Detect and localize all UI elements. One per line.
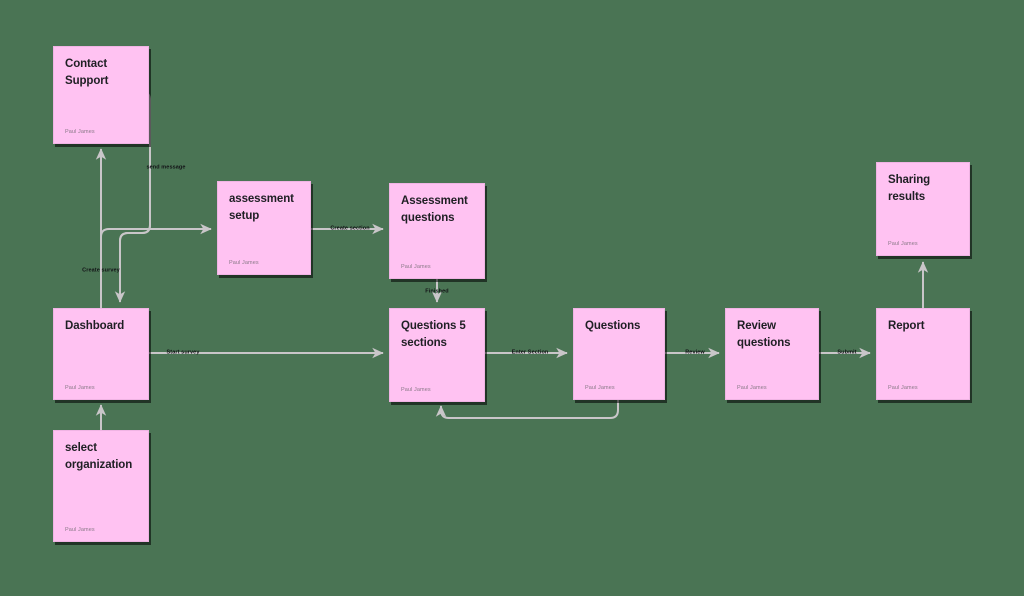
card-title: Dashboard	[65, 320, 125, 332]
card-title: select organization	[65, 442, 133, 472]
edge-questions-loop-back-to-questions5	[435, 400, 619, 419]
card-title: Questions	[585, 320, 641, 332]
edge-label-review: Review	[685, 349, 705, 356]
card-questions[interactable]: Questions Paul James	[573, 308, 665, 400]
card-title: assessment setup	[229, 193, 294, 223]
card-dashboard[interactable]: Dashboard Paul James	[53, 308, 149, 400]
card-review-questions[interactable]: Review questions Paul James	[725, 308, 819, 400]
card-title: Review questions	[737, 320, 791, 350]
card-author: Paul James	[65, 527, 95, 533]
edge-send-message-into-dashboard	[114, 224, 151, 303]
card-author: Paul James	[888, 385, 918, 391]
edge-label-enter-section: Enter Section	[511, 349, 549, 356]
card-title: Report	[888, 320, 925, 332]
edge-label-submit: Submit	[837, 349, 857, 356]
card-author: Paul James	[737, 385, 767, 391]
edge-label-send-message: send message	[146, 164, 186, 171]
card-assessment-questions[interactable]: Assessment questions Paul James	[389, 183, 485, 279]
card-author: Paul James	[401, 387, 431, 393]
card-author: Paul James	[585, 385, 615, 391]
edge-label-start-survey: Start survey	[166, 349, 200, 356]
card-sharing-results[interactable]: Sharing results Paul James	[876, 162, 970, 256]
card-report[interactable]: Report Paul James	[876, 308, 970, 400]
card-assessment-setup[interactable]: assessment setup Paul James	[217, 181, 311, 275]
edge-label-create-survey: Create survey	[82, 267, 120, 274]
card-author: Paul James	[888, 241, 918, 247]
card-title: Sharing results	[888, 174, 931, 204]
card-select-organization[interactable]: select organization Paul James	[53, 430, 149, 542]
connector-layer	[95, 91, 929, 430]
card-author: Paul James	[65, 129, 95, 135]
card-title: Assessment questions	[401, 195, 468, 225]
card-questions-5-sections[interactable]: Questions 5 sections Paul James	[389, 308, 485, 402]
edge-label-create-section: Create section	[330, 225, 370, 232]
whiteboard-canvas[interactable]: Contact Support Paul James assessment se…	[0, 0, 1024, 596]
card-title: Contact Support	[65, 58, 109, 88]
edge-label-finished: Finished	[425, 288, 449, 295]
card-author: Paul James	[229, 260, 259, 266]
card-author: Paul James	[65, 385, 95, 391]
edge-dashboard-to-assessment-setup	[100, 223, 212, 238]
card-title: Questions 5 sections	[401, 320, 466, 350]
card-contact-support[interactable]: Contact Support Paul James	[53, 46, 149, 144]
card-author: Paul James	[401, 264, 431, 270]
